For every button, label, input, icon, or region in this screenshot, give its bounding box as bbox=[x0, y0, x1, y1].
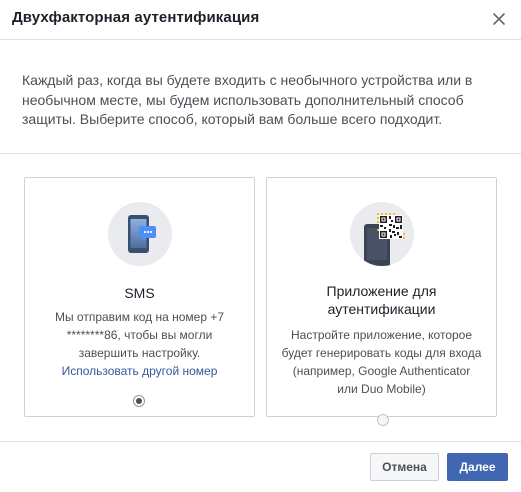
sms-option-title: SMS bbox=[124, 285, 155, 301]
sms-option-card[interactable]: SMS Мы отправим код на номер +7 ********… bbox=[24, 177, 255, 417]
use-other-number-link[interactable]: Использовать другой номер bbox=[39, 362, 240, 380]
close-icon[interactable] bbox=[490, 10, 508, 28]
two-factor-dialog: Двухфакторная аутентификация Каждый раз,… bbox=[0, 0, 521, 492]
auth-app-option-title: Приложение для аутентификации bbox=[326, 283, 437, 317]
next-button[interactable]: Далее bbox=[447, 453, 508, 481]
sms-option-radio[interactable] bbox=[133, 395, 145, 407]
sms-option-description: Мы отправим код на номер +7 ********86, … bbox=[54, 310, 225, 360]
qr-phone-icon bbox=[349, 202, 414, 266]
dialog-title: Двухфакторная аутентификация bbox=[12, 9, 260, 26]
auth-app-option-card[interactable]: Приложение для аутентификации Настройте … bbox=[266, 177, 497, 417]
divider bbox=[0, 153, 521, 154]
auth-app-option-text: Настройте приложение, которое будет гене… bbox=[281, 328, 482, 396]
dialog-header: Двухфакторная аутентификация bbox=[0, 0, 521, 40]
sms-option-text: Мы отправим код на номер +7 ********86, … bbox=[39, 308, 240, 380]
phone-sms-icon bbox=[107, 202, 172, 266]
dialog-description: Каждый раз, когда вы будете входить с не… bbox=[22, 72, 473, 127]
auth-app-option-radio[interactable] bbox=[377, 414, 389, 426]
cancel-button[interactable]: Отмена bbox=[370, 453, 439, 481]
footer-divider bbox=[0, 441, 521, 442]
